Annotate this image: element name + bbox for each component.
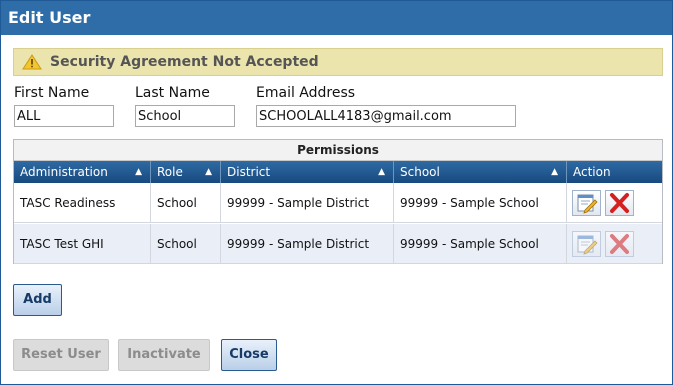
column-header-label: Role (157, 165, 183, 179)
security-alert: Security Agreement Not Accepted (13, 48, 663, 76)
sort-asc-icon: ▲ (551, 167, 558, 177)
email-label: Email Address (256, 85, 356, 101)
last-name-field[interactable] (135, 105, 235, 127)
email-field[interactable] (256, 105, 516, 127)
table-row: TASC Readiness School 99999 - Sample Dis… (14, 183, 662, 223)
edit-user-dialog: Edit User Security Agreement Not Accepte… (0, 0, 673, 385)
column-header-action: Action (567, 161, 662, 183)
table-row: TASC Test GHI School 99999 - Sample Dist… (14, 224, 662, 264)
first-name-label: First Name (14, 85, 90, 101)
delete-button[interactable] (605, 190, 634, 216)
cell-school: 99999 - Sample School (394, 224, 567, 264)
close-button[interactable]: Close (221, 339, 277, 371)
delete-icon (610, 193, 629, 213)
cell-role: School (151, 183, 221, 223)
add-button[interactable]: Add (13, 284, 62, 316)
column-header-label: Action (573, 165, 611, 179)
cell-administration: TASC Readiness (14, 183, 151, 223)
column-header-label: School (400, 165, 440, 179)
column-header-school[interactable]: School ▲ (394, 161, 567, 183)
cell-role: School (151, 224, 221, 264)
warning-icon (22, 54, 42, 70)
edit-icon (577, 194, 598, 214)
sort-asc-icon: ▲ (205, 167, 212, 177)
permissions-grid: Permissions Administration ▲ Role ▲ Dist… (13, 139, 663, 264)
sort-asc-icon: ▲ (378, 167, 385, 177)
cell-district: 99999 - Sample District (221, 224, 394, 264)
dialog-title: Edit User (1, 1, 672, 35)
first-name-field[interactable] (14, 105, 114, 127)
sort-asc-icon: ▲ (135, 167, 142, 177)
cell-administration: TASC Test GHI (14, 224, 151, 264)
reset-user-button[interactable]: Reset User (13, 339, 109, 371)
cell-school: 99999 - Sample School (394, 183, 567, 223)
cell-action (567, 183, 662, 223)
column-header-label: District (227, 165, 271, 179)
delete-icon (610, 234, 629, 254)
inactivate-button[interactable]: Inactivate (118, 339, 210, 371)
column-header-administration[interactable]: Administration ▲ (14, 161, 151, 183)
permissions-caption: Permissions (14, 140, 662, 161)
last-name-label: Last Name (135, 85, 210, 101)
column-header-district[interactable]: District ▲ (221, 161, 394, 183)
edit-icon (577, 235, 598, 255)
delete-button[interactable] (605, 231, 634, 257)
edit-button[interactable] (572, 190, 601, 216)
alert-message: Security Agreement Not Accepted (50, 54, 319, 70)
cell-action (567, 224, 662, 264)
column-header-role[interactable]: Role ▲ (151, 161, 221, 183)
cell-district: 99999 - Sample District (221, 183, 394, 223)
permissions-header-row: Administration ▲ Role ▲ District ▲ Schoo… (14, 161, 662, 183)
column-header-label: Administration (20, 165, 108, 179)
edit-button[interactable] (572, 231, 601, 257)
